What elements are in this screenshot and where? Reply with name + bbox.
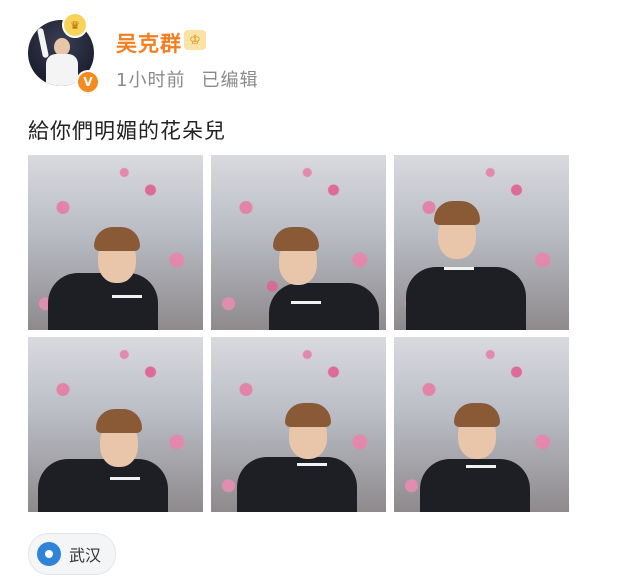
username[interactable]: 吴克群 bbox=[116, 28, 182, 58]
photo-2[interactable] bbox=[211, 155, 386, 330]
photo-5[interactable] bbox=[211, 337, 386, 512]
location-pin-icon bbox=[37, 542, 61, 566]
crown-icon: ♛ bbox=[62, 12, 88, 38]
location-tag[interactable]: 武汉 bbox=[28, 533, 116, 575]
photo-3[interactable] bbox=[394, 155, 569, 330]
post-meta: 1小时前 已编辑 bbox=[116, 66, 258, 92]
avatar-arm bbox=[36, 27, 50, 59]
location-label: 武汉 bbox=[69, 546, 102, 565]
vip-icon[interactable]: ♔ bbox=[184, 30, 206, 50]
photo-6[interactable] bbox=[394, 337, 569, 512]
avatar-body bbox=[46, 54, 78, 86]
edited-label[interactable]: 已编辑 bbox=[201, 70, 258, 91]
photo-1[interactable] bbox=[28, 155, 203, 330]
verified-badge-icon: V bbox=[76, 70, 100, 94]
photo-4[interactable] bbox=[28, 337, 203, 512]
weibo-post-card: ♛ V 吴克群 ♔ 1小时前 已编辑 給你們明媚的花朵兒 武汉 bbox=[0, 0, 640, 585]
post-timestamp: 1小时前 bbox=[116, 70, 186, 91]
post-text: 給你們明媚的花朵兒 bbox=[28, 119, 226, 143]
